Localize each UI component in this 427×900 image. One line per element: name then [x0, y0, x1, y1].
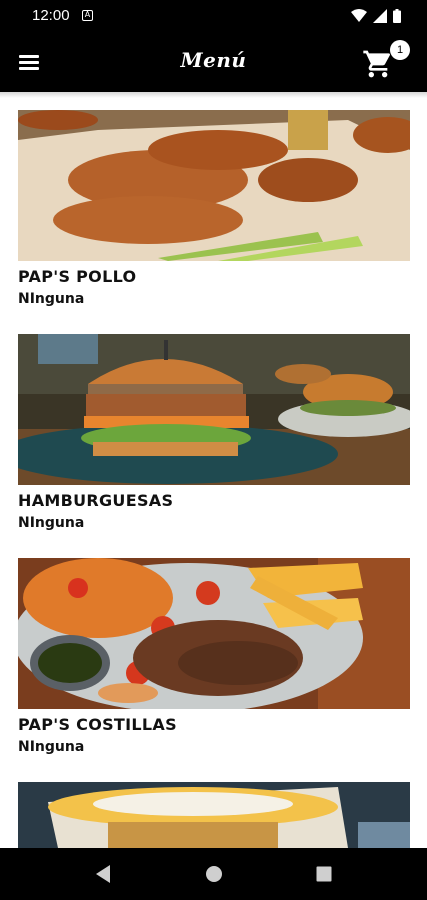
home-circle-icon[interactable]: [205, 864, 223, 884]
menu-item-title: PAP'S POLLO: [18, 267, 137, 286]
cart-button[interactable]: 1: [362, 40, 412, 84]
fried-chicken-wings-image: [18, 110, 410, 261]
battery-icon: [393, 9, 401, 23]
menu-item-hamburguesas[interactable]: HAMBURGUESAS NInguna: [18, 334, 410, 531]
menu-item-fries[interactable]: [18, 782, 410, 848]
notification-icon: A: [82, 10, 93, 21]
menu-item-subtitle: NInguna: [18, 291, 85, 307]
app-bar: Menú 1: [0, 32, 427, 92]
menu-item-title: HAMBURGUESAS: [18, 491, 174, 510]
menu-item-costillas[interactable]: PAP'S COSTILLAS NInguna: [18, 558, 410, 755]
recents-square-icon[interactable]: [315, 864, 333, 884]
wifi-icon: [351, 9, 367, 22]
back-triangle-icon[interactable]: [94, 864, 112, 884]
status-icons: [351, 9, 401, 23]
menu-item-subtitle: NInguna: [18, 515, 85, 531]
loaded-fries-image: [18, 782, 410, 848]
menu-item-pollo[interactable]: PAP'S POLLO NInguna: [18, 110, 410, 307]
cart-count-badge: 1: [390, 40, 410, 60]
shopping-cart-icon: [363, 50, 391, 78]
ribs-shrimp-fries-image: [18, 558, 410, 709]
status-bar: 12:00 A: [0, 0, 427, 32]
signal-icon: [373, 9, 387, 23]
system-nav-bar: [0, 848, 427, 900]
menu-item-subtitle: NInguna: [18, 739, 85, 755]
burger-image: [18, 334, 410, 485]
app-bar-shadow: [0, 92, 427, 98]
status-time: 12:00: [32, 7, 70, 24]
menu-item-title: PAP'S COSTILLAS: [18, 715, 177, 734]
